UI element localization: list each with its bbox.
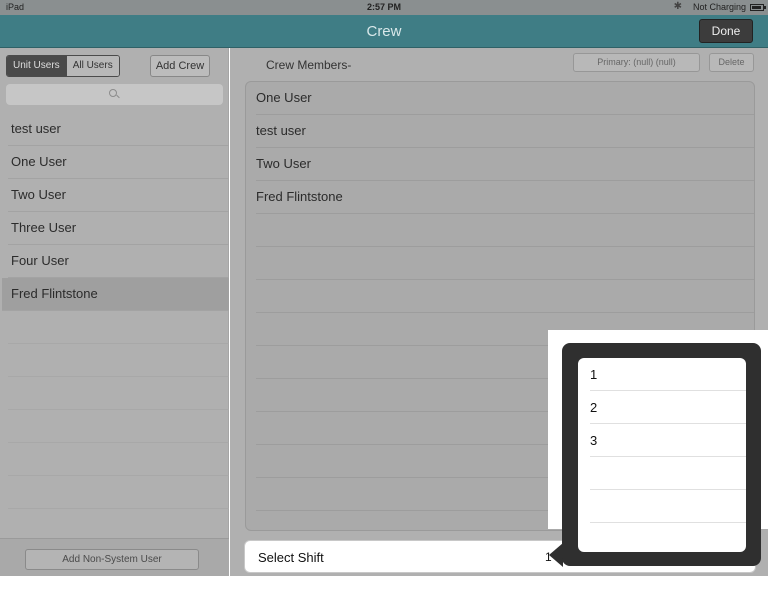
crew-members-heading: Crew Members- (266, 58, 352, 72)
primary-button[interactable]: Primary: (null) (null) (573, 53, 700, 72)
empty-row (8, 443, 229, 476)
empty-row (8, 410, 229, 443)
status-time: 2:57 PM (366, 2, 401, 12)
segment-unit-users[interactable]: Unit Users (7, 56, 66, 76)
user-row-four-user[interactable]: Four User (8, 245, 229, 278)
empty-row (590, 490, 746, 523)
battery-icon (750, 4, 766, 11)
users-panel: Unit Users All Users Add Crew test user … (0, 48, 229, 576)
empty-row (8, 476, 229, 509)
user-row-two-user[interactable]: Two User (8, 179, 229, 212)
crew-row-test-user[interactable]: test user (256, 115, 754, 148)
add-crew-button[interactable]: Add Crew (150, 55, 210, 77)
shift-option-list: 1 2 3 (578, 358, 746, 552)
screen-margin-right (768, 0, 783, 595)
crew-row-fred-flintstone[interactable]: Fred Flintstone (256, 181, 754, 214)
shift-option-1[interactable]: 1 (590, 358, 746, 391)
empty-row (256, 247, 754, 280)
empty-row (256, 280, 754, 313)
battery-status: Not Charging (692, 2, 746, 12)
shift-option-3[interactable]: 3 (590, 424, 746, 457)
screen-margin-bottom (0, 576, 783, 595)
user-row-fred-flintstone[interactable]: Fred Flintstone (2, 278, 229, 311)
select-shift-label: Select Shift (258, 550, 324, 565)
crew-row-one-user[interactable]: One User (256, 82, 754, 115)
search-icon (109, 89, 117, 97)
left-footer: Add Non-System User (0, 538, 229, 576)
search-input[interactable] (6, 84, 223, 105)
add-non-system-user-button[interactable]: Add Non-System User (25, 549, 199, 570)
empty-row (8, 344, 229, 377)
done-button[interactable]: Done (699, 19, 753, 43)
user-row-three-user[interactable]: Three User (8, 212, 229, 245)
shift-picker-popover: 1 2 3 (562, 343, 761, 566)
status-bar: iPad 2:57 PM ✱ Not Charging (0, 0, 768, 15)
user-list: test user One User Two User Three User F… (0, 113, 229, 509)
user-row-one-user[interactable]: One User (8, 146, 229, 179)
user-filter-segmented-control: Unit Users All Users (6, 55, 120, 77)
empty-row (590, 457, 746, 490)
shift-option-2[interactable]: 2 (590, 391, 746, 424)
bluetooth-icon: ✱ (673, 1, 682, 12)
popover-arrow (549, 543, 563, 567)
segment-all-users[interactable]: All Users (66, 56, 119, 76)
crew-row-two-user[interactable]: Two User (256, 148, 754, 181)
empty-row (8, 311, 229, 344)
nav-bar: Crew Done (0, 15, 768, 48)
empty-row (256, 214, 754, 247)
page-title: Crew (366, 23, 402, 40)
delete-button[interactable]: Delete (709, 53, 754, 72)
empty-row (8, 377, 229, 410)
user-row-test-user[interactable]: test user (8, 113, 229, 146)
